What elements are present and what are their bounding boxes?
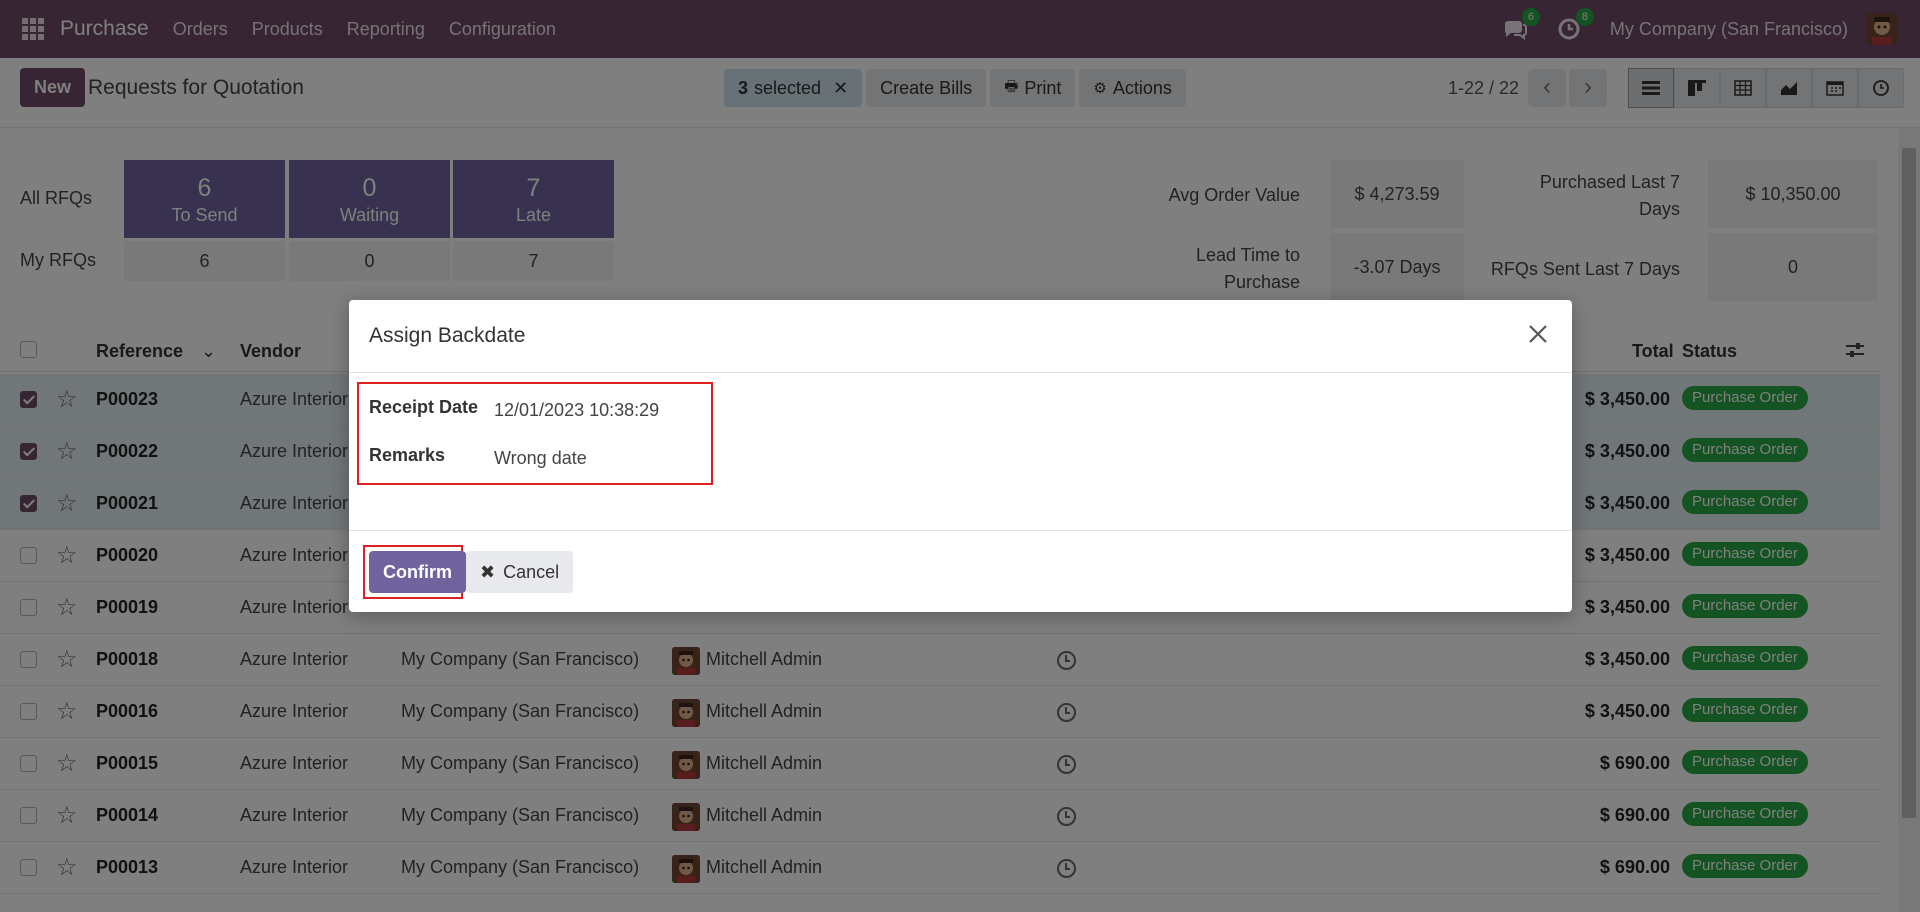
dialog-header: Assign Backdate bbox=[349, 300, 1572, 373]
cancel-label: Cancel bbox=[503, 562, 560, 582]
remarks-label: Remarks bbox=[369, 445, 446, 465]
cancel-button[interactable]: ✖ Cancel bbox=[466, 551, 574, 593]
confirm-button[interactable]: Confirm bbox=[369, 551, 466, 593]
assign-backdate-dialog: Assign Backdate Receipt Date 12/01/2023 … bbox=[349, 300, 1572, 612]
dialog-footer: Confirm ✖ Cancel bbox=[349, 531, 1572, 612]
receipt-date-field[interactable]: 12/01/2023 10:38:29 bbox=[494, 400, 659, 421]
receipt-date-label: Receipt Date bbox=[369, 397, 479, 417]
dialog-title: Assign Backdate bbox=[369, 324, 526, 347]
dialog-body: Receipt Date 12/01/2023 10:38:29 Remarks… bbox=[349, 373, 1572, 531]
remarks-field[interactable]: Wrong date bbox=[494, 448, 587, 469]
cancel-x-icon: ✖ bbox=[480, 562, 496, 582]
close-icon[interactable] bbox=[1524, 320, 1552, 348]
